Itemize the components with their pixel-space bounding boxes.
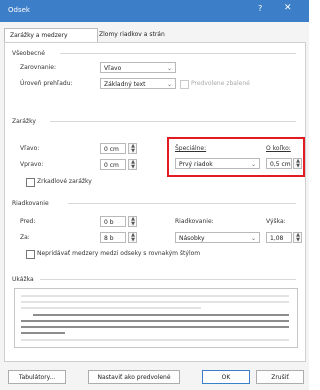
spacing-divider xyxy=(68,203,296,204)
help-button[interactable]: ? xyxy=(258,4,262,13)
spin-down-icon[interactable]: ▼ xyxy=(130,149,136,154)
after-label: Za: xyxy=(20,234,30,241)
dialog-title: Odsek xyxy=(8,6,30,14)
alignment-combobox[interactable]: Vľavo ⌄ xyxy=(100,62,176,73)
line-spacing-combobox[interactable]: Násobky ⌄ xyxy=(175,232,260,243)
preview-line-current xyxy=(33,314,289,316)
collapsed-checkbox[interactable] xyxy=(180,80,189,89)
alignment-value: Vľavo xyxy=(104,65,122,72)
chevron-down-icon: ⌄ xyxy=(166,65,172,72)
indents-divider xyxy=(50,121,296,122)
line-spacing-value: Násobky xyxy=(179,235,205,242)
outline-level-combobox[interactable]: Základný text ⌄ xyxy=(100,78,176,89)
dont-add-space-checkbox[interactable] xyxy=(26,250,35,259)
spin-down-icon[interactable]: ▼ xyxy=(130,165,136,170)
spin-down-icon[interactable]: ▼ xyxy=(130,238,136,243)
preview-line-previous xyxy=(21,301,289,303)
after-input[interactable]: 8 b xyxy=(100,232,126,243)
preview-section-label: Ukážka xyxy=(12,276,34,283)
preview-line-previous xyxy=(21,295,289,297)
chevron-down-icon: ⌄ xyxy=(166,81,172,88)
before-stepper[interactable]: ▲ ▼ xyxy=(128,216,137,227)
preview-line-current xyxy=(21,326,289,328)
preview-line-previous xyxy=(21,307,201,309)
tab-line-and-page-breaks[interactable]: Zlomy riadkov a strán xyxy=(94,28,188,42)
collapsed-label: Predvolene zbalené xyxy=(191,80,250,87)
right-indent-label: Vpravo: xyxy=(20,161,44,168)
title-bar: Odsek ? ✕ xyxy=(0,0,309,22)
preview-box xyxy=(14,288,298,348)
close-button[interactable]: ✕ xyxy=(284,3,292,13)
general-section-label: Všeobecné xyxy=(12,50,45,57)
highlight-box xyxy=(167,137,305,177)
dont-add-space-label: Nepridávať medzery medzi odseky s rovnak… xyxy=(37,250,201,257)
line-spacing-at-stepper[interactable]: ▲ ▼ xyxy=(293,232,302,243)
mirror-indents-checkbox[interactable] xyxy=(26,178,35,187)
spacing-section-label: Riadkovanie xyxy=(12,200,49,207)
line-spacing-at-label: Výška: xyxy=(266,218,286,225)
before-label: Pred: xyxy=(20,218,36,225)
mirror-indents-label: Zrkadlové zarážky xyxy=(37,178,92,185)
set-as-default-button[interactable]: Nastaviť ako predvolené xyxy=(88,370,180,384)
line-spacing-label: Riadkovanie: xyxy=(175,218,214,225)
preview-divider xyxy=(40,279,296,280)
alignment-label: Zarovnanie: xyxy=(20,64,57,71)
spin-down-icon[interactable]: ▼ xyxy=(295,238,301,243)
left-indent-stepper[interactable]: ▲ ▼ xyxy=(128,143,137,154)
outline-level-label: Úroveň prehľadu: xyxy=(20,80,73,87)
chevron-down-icon: ⌄ xyxy=(250,235,256,242)
spin-down-icon[interactable]: ▼ xyxy=(130,222,136,227)
preview-line-next xyxy=(21,339,289,341)
line-spacing-at-input[interactable]: 1,08 xyxy=(266,232,292,243)
preview-line-current xyxy=(21,332,65,334)
indents-section-label: Zarážky xyxy=(12,118,36,125)
preview-line-current xyxy=(21,320,289,322)
before-input[interactable]: 0 b xyxy=(100,216,126,227)
left-indent-label: Vľavo: xyxy=(20,145,40,152)
ok-button[interactable]: OK xyxy=(202,370,250,384)
tabs-button[interactable]: Tabulátory... xyxy=(8,370,66,384)
right-indent-stepper[interactable]: ▲ ▼ xyxy=(128,159,137,170)
tab-indents-and-spacing[interactable]: Zarážky a medzery xyxy=(4,28,98,43)
left-indent-input[interactable]: 0 cm xyxy=(100,143,126,154)
outline-level-value: Základný text xyxy=(104,81,146,88)
after-stepper[interactable]: ▲ ▼ xyxy=(128,232,137,243)
paragraph-dialog: Odsek ? ✕ Zarážky a medzery Zlomy riadko… xyxy=(0,0,309,390)
right-indent-input[interactable]: 0 cm xyxy=(100,159,126,170)
general-divider xyxy=(60,53,296,54)
cancel-button[interactable]: Zrušiť xyxy=(256,370,304,384)
